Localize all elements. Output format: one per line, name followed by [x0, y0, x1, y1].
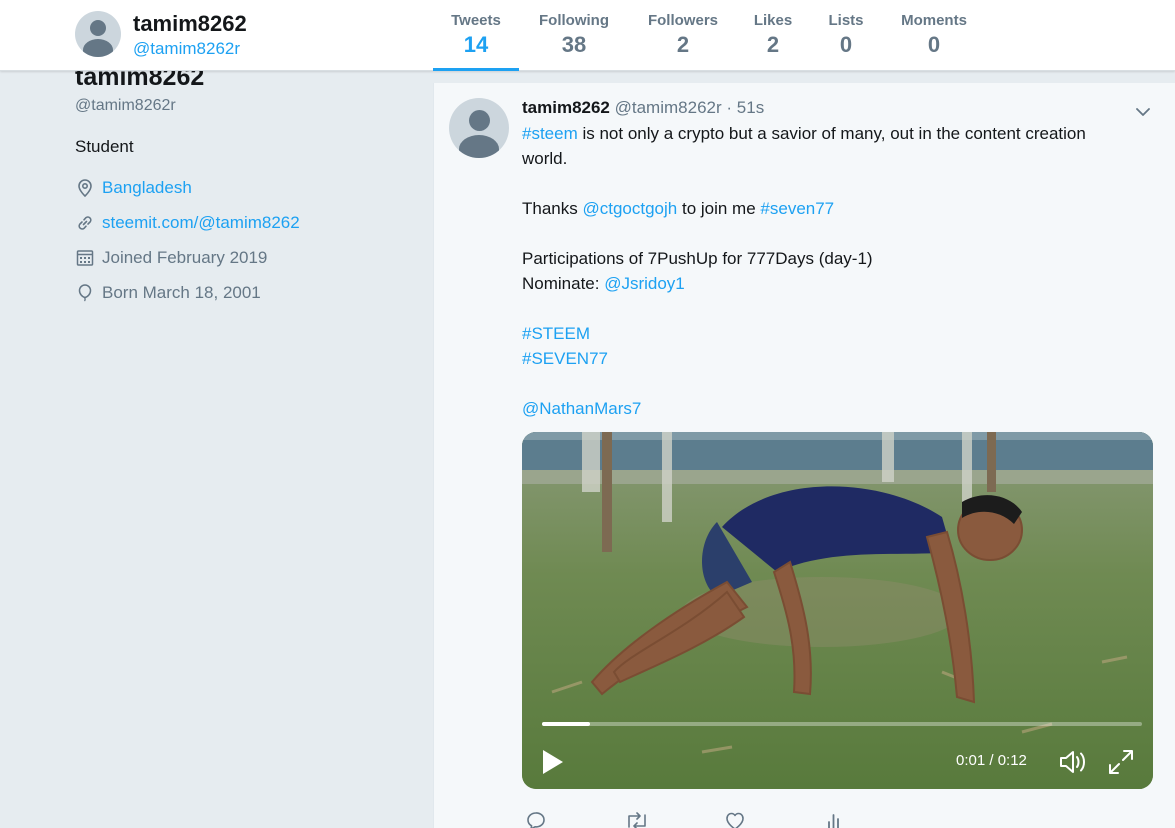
play-icon[interactable]: [541, 748, 565, 776]
balloon-icon: [78, 284, 92, 302]
hashtag-steem-link[interactable]: #steem: [522, 124, 578, 143]
mention-ctgoctgojh-link[interactable]: @ctgoctgojh: [582, 199, 677, 218]
hashtag-seven77-upper-link[interactable]: #SEVEN77: [522, 349, 608, 368]
tweet-line-2-text-b: to join me: [677, 199, 761, 218]
nav-following[interactable]: Following 38: [532, 0, 616, 71]
nav-followers-count: 2: [676, 32, 690, 57]
nav-moments-count: 0: [927, 32, 941, 57]
tweet-video-player[interactable]: 0:01 / 0:12: [522, 432, 1153, 789]
profile-website-text: steemit.com/@tamim8262: [102, 213, 300, 232]
top-avatar[interactable]: [75, 11, 121, 57]
timeline: tamim8262 @tamim8262r · 51s #steem is no…: [433, 71, 1175, 828]
nav-moments[interactable]: Moments 0: [893, 0, 975, 71]
nav-moments-label: Moments: [901, 12, 967, 29]
nav-tweets[interactable]: Tweets 14: [433, 0, 519, 71]
tweet-timestamp[interactable]: 51s: [737, 98, 764, 117]
nav-lists-count: 0: [839, 32, 853, 57]
nav-likes-count: 2: [766, 32, 780, 57]
video-time: 0:01 / 0:12: [956, 752, 1027, 769]
mention-jsridoy1-link[interactable]: @Jsridoy1: [604, 274, 685, 293]
reply-icon[interactable]: [525, 810, 547, 828]
nav-lists[interactable]: Lists 0: [823, 0, 869, 71]
video-progress-bar[interactable]: [542, 722, 1142, 726]
tweet-avatar[interactable]: [449, 98, 509, 158]
tweet-text: #steem is not only a crypto but a savior…: [522, 121, 1132, 421]
profile-joined: Joined February 2019: [75, 246, 267, 270]
nav-tweets-count: 14: [463, 32, 489, 57]
top-profile-name: tamim8262: [133, 11, 247, 36]
tweet-line-4-text: Nominate:: [522, 274, 605, 293]
profile-born: Born March 18, 2001: [75, 281, 261, 305]
analytics-icon[interactable]: [824, 810, 846, 828]
profile-location[interactable]: Bangladesh: [75, 176, 192, 200]
chevron-down-icon[interactable]: [1134, 103, 1152, 121]
video-progress-fill: [542, 722, 590, 726]
tweet-separator: ·: [726, 98, 733, 117]
heart-icon[interactable]: [724, 810, 746, 828]
link-icon: [78, 216, 92, 230]
nav-likes-label: Likes: [753, 12, 793, 29]
timeline-top-gap: [433, 71, 1175, 83]
profile-joined-text: Joined February 2019: [102, 248, 268, 267]
tweet-author-name[interactable]: tamim8262: [522, 98, 610, 117]
tweet-author-handle[interactable]: @tamim8262r: [615, 98, 722, 117]
nav-following-label: Following: [539, 12, 609, 29]
tweet-header: tamim8262 @tamim8262r · 51s: [522, 98, 764, 118]
video-frame-image: [522, 432, 1153, 789]
profile-handle: @tamim8262r: [75, 97, 176, 114]
profile-nav-bar: tamim8262 @tamim8262r Tweets 14 Followin…: [0, 0, 1175, 71]
profile-born-text: Born March 18, 2001: [102, 283, 261, 302]
tweet-line-1-text: is not only a crypto but a savior of man…: [522, 124, 1086, 168]
nav-tweets-label: Tweets: [451, 12, 501, 29]
volume-icon[interactable]: [1058, 748, 1090, 776]
profile-location-text: Bangladesh: [102, 178, 192, 197]
mention-nathanmars7-link[interactable]: @NathanMars7: [522, 399, 641, 418]
nav-followers[interactable]: Followers 2: [642, 0, 724, 71]
profile-website-link[interactable]: steemit.com/@tamim8262: [75, 211, 300, 235]
location-pin-icon: [78, 179, 92, 198]
nav-followers-label: Followers: [647, 12, 718, 29]
nav-lists-label: Lists: [828, 12, 864, 29]
retweet-icon[interactable]: [624, 810, 650, 828]
nav-likes[interactable]: Likes 2: [749, 0, 797, 71]
top-profile-handle: @tamim8262r: [133, 39, 241, 58]
fullscreen-icon[interactable]: [1107, 748, 1135, 776]
tweet-line-3-text: Participations of 7PushUp for 777Days (d…: [522, 249, 873, 268]
tweet[interactable]: tamim8262 @tamim8262r · 51s #steem is no…: [433, 83, 1175, 828]
hashtag-seven77-link[interactable]: #seven77: [760, 199, 834, 218]
nav-following-count: 38: [561, 32, 587, 57]
hashtag-steem-upper-link[interactable]: #STEEM: [522, 324, 590, 343]
profile-bio: Student: [75, 137, 134, 156]
calendar-icon: [76, 250, 94, 266]
tweet-line-2-text-a: Thanks: [522, 199, 583, 218]
